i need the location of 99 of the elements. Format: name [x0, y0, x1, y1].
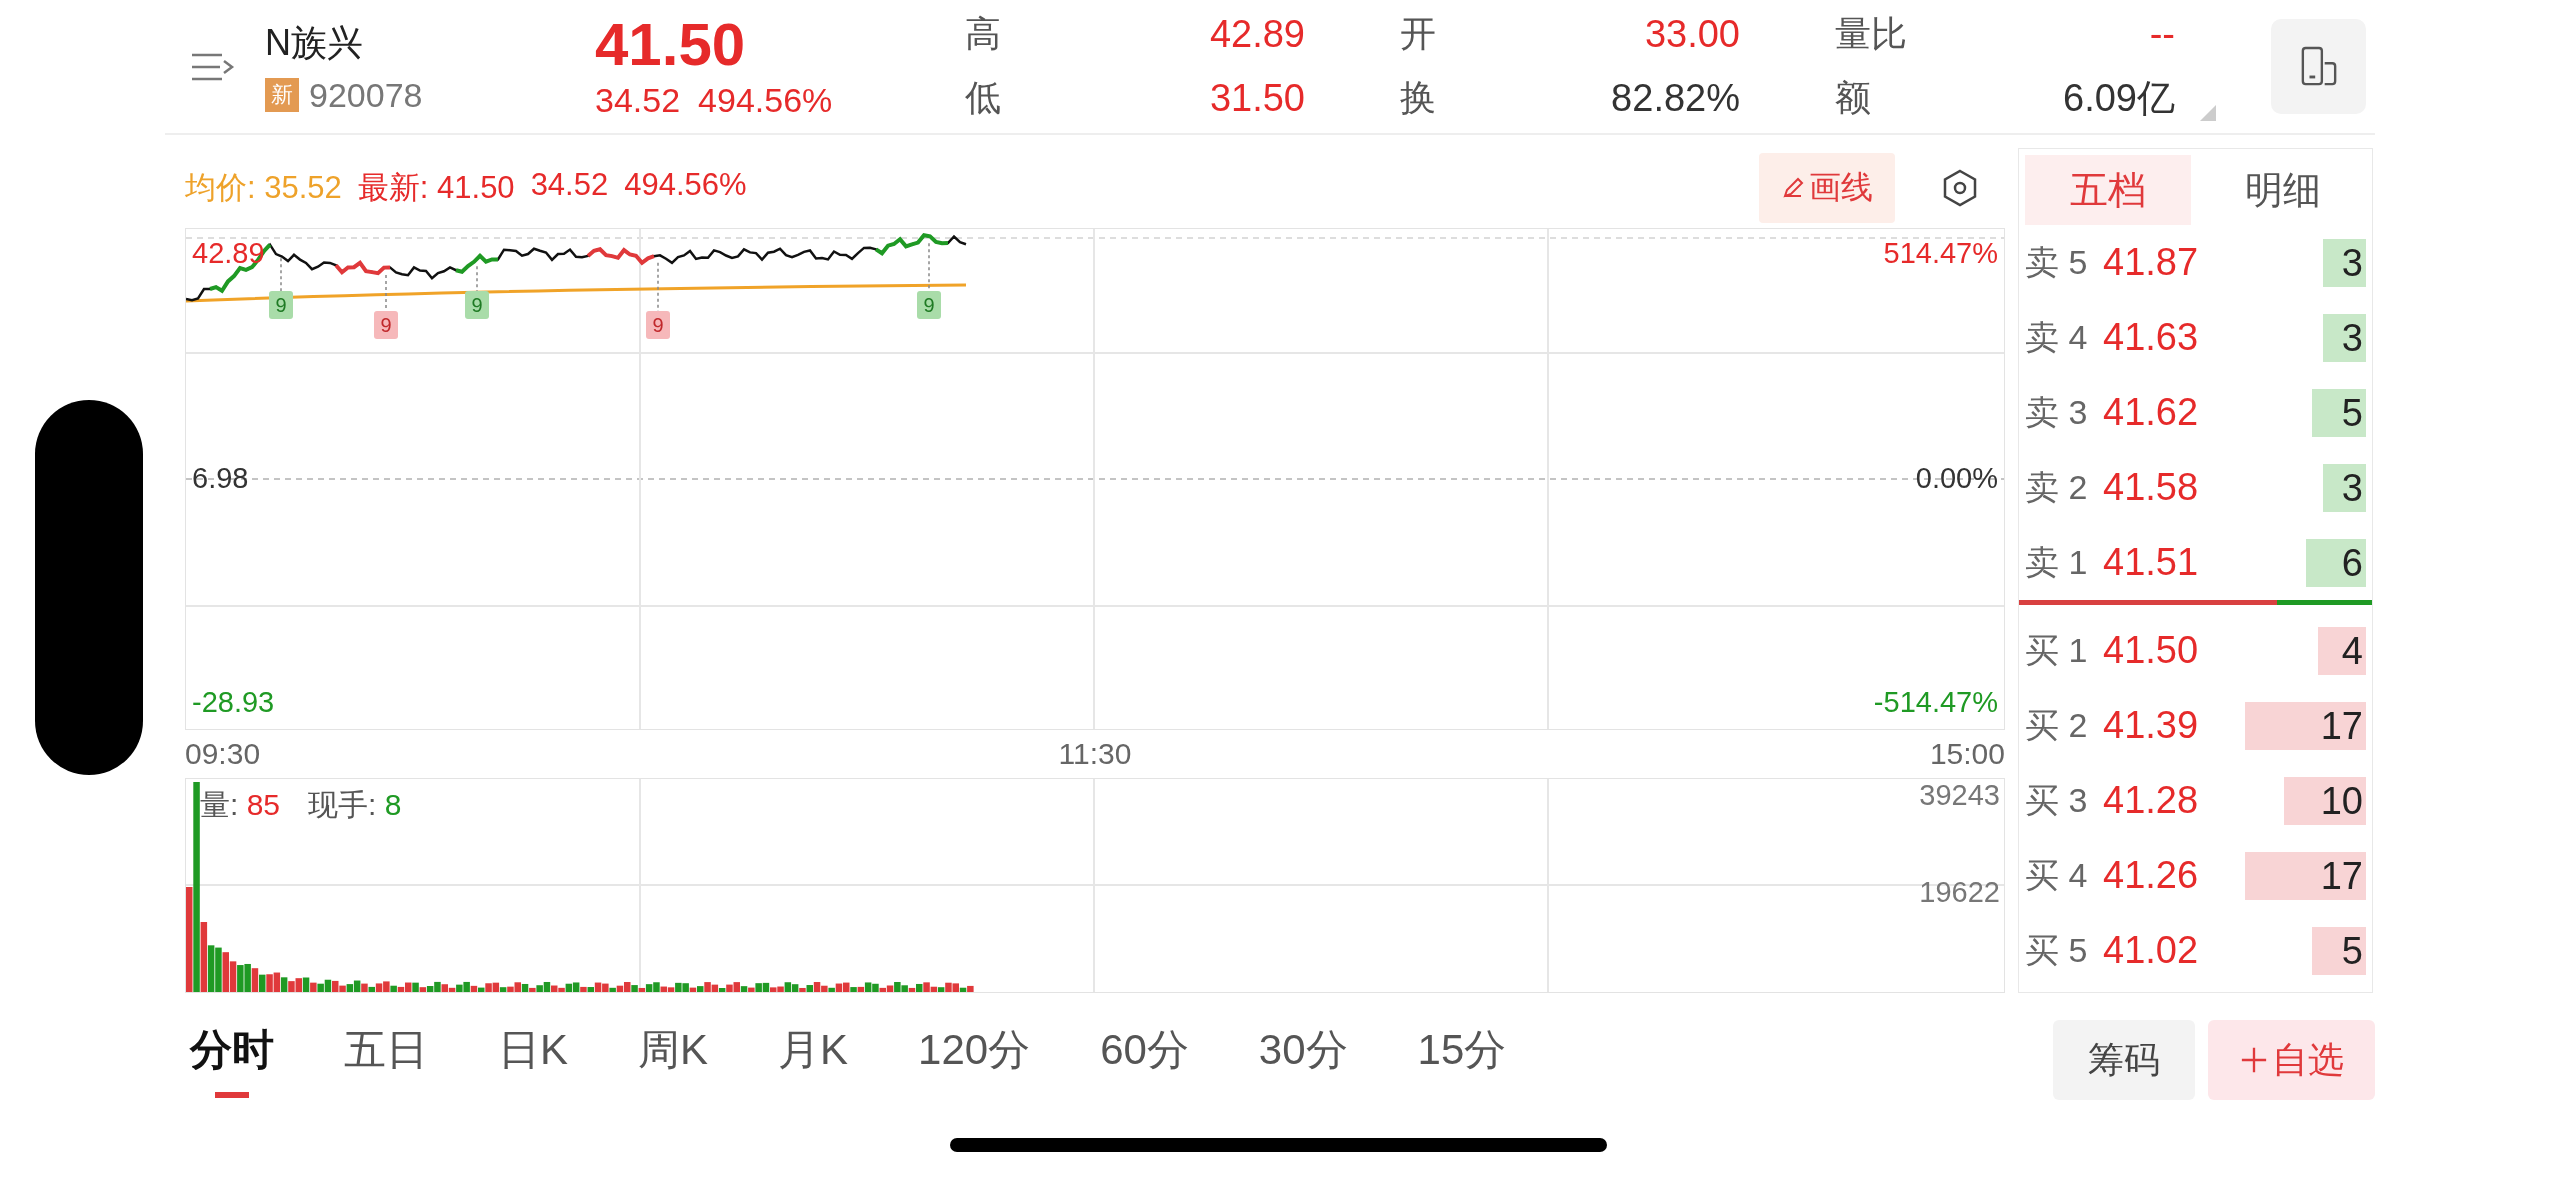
quote-value: -- — [2149, 12, 2175, 56]
ask-volume: 5 — [2341, 392, 2363, 433]
bid-volume: 5 — [2341, 930, 2363, 971]
bid-level-label: 买 2 — [2025, 704, 2089, 746]
chart-legend-text: 34.52 — [530, 167, 609, 204]
chart-legend-text: 均价: 35.52 — [185, 169, 342, 207]
percent-axis-label: 0.00% — [1915, 461, 1998, 495]
signal-marker: 9 — [374, 311, 398, 339]
time-axis-label: 15:00 — [1929, 737, 2005, 771]
order-book-tab[interactable]: 明细 — [2200, 155, 2366, 225]
ask-volume: 6 — [2341, 542, 2363, 583]
bid-level-label: 买 4 — [2025, 854, 2089, 896]
volume-legend-text: 量: 85 — [200, 787, 281, 823]
bid-price: 41.50 — [2103, 629, 2200, 672]
quote-label: 额 — [1835, 75, 1871, 120]
ask-price: 41.62 — [2103, 391, 2200, 434]
menu-icon[interactable] — [190, 51, 236, 82]
bid-price: 41.39 — [2103, 704, 2200, 747]
chart-legend-text: 494.56% — [624, 167, 747, 204]
bid-level-label: 买 5 — [2025, 929, 2089, 971]
price-axis-label: 6.98 — [192, 461, 249, 495]
volume-axis-label: 19622 — [1919, 876, 2000, 909]
bid-volume-bar — [2312, 926, 2366, 975]
quote-label: 开 — [1400, 11, 1436, 56]
time-axis-label: 09:30 — [185, 737, 261, 771]
quote-label: 量比 — [1835, 11, 1907, 56]
percent-axis-label: 514.47% — [1883, 237, 1998, 270]
signal-marker: 9 — [269, 291, 293, 319]
stock-code: 920078 — [309, 75, 423, 115]
ask-level-label: 卖 2 — [2025, 466, 2089, 508]
signal-marker: 9 — [917, 291, 941, 319]
volume-legend-text: 现手: 8 — [308, 787, 402, 823]
quote-label: 换 — [1400, 75, 1436, 120]
period-tab[interactable]: 周K — [638, 1022, 709, 1098]
period-tab[interactable]: 15分 — [1417, 1022, 1507, 1098]
quote-value: 31.50 — [1209, 76, 1305, 120]
ask-price: 41.58 — [2103, 466, 2200, 509]
quote-label: 高 — [965, 11, 1001, 56]
stock-name: N族兴 — [265, 20, 364, 65]
bid-price: 41.28 — [2103, 779, 2200, 822]
quote-value: 33.00 — [1644, 12, 1740, 56]
ask-level-label: 卖 4 — [2025, 316, 2089, 358]
price-change: 34.52 — [595, 81, 681, 120]
ask-level-label: 卖 3 — [2025, 391, 2089, 433]
rotate-screen-button[interactable] — [2271, 19, 2366, 114]
quote-value: 82.82% — [1611, 76, 1740, 120]
price-axis-label: 42.89 — [192, 237, 265, 270]
quote-label: 低 — [965, 75, 1001, 120]
chart-legend-text: 最新: 41.50 — [357, 169, 515, 207]
period-tab[interactable]: 日K — [498, 1022, 568, 1098]
bid-level-label: 买 1 — [2025, 629, 2089, 671]
bid-volume: 10 — [2320, 780, 2363, 821]
ask-volume-bar — [2323, 463, 2366, 512]
ask-level-label: 卖 1 — [2025, 541, 2089, 583]
period-tab[interactable]: 五日 — [344, 1022, 428, 1098]
chips-button[interactable]: 筹码 — [2053, 1020, 2195, 1100]
bid-volume: 4 — [2341, 630, 2363, 671]
percent-axis-label: -514.47% — [1873, 686, 1998, 719]
corner-triangle-icon — [2200, 105, 2216, 121]
period-tab[interactable]: 120分 — [918, 1022, 1031, 1098]
bid-volume: 17 — [2320, 855, 2363, 896]
leader-line — [476, 265, 478, 292]
ask-volume-bar — [2306, 538, 2366, 587]
time-axis-label: 11:30 — [1058, 737, 1132, 771]
ask-volume-bar — [2323, 238, 2366, 287]
leader-line — [280, 257, 282, 292]
period-tab[interactable]: 60分 — [1100, 1022, 1189, 1098]
ask-volume: 3 — [2341, 242, 2363, 283]
signal-marker: 9 — [646, 311, 670, 339]
ask-level-label: 卖 5 — [2025, 241, 2089, 283]
ask-volume-bar — [2323, 313, 2366, 362]
ask-volume: 3 — [2341, 317, 2363, 358]
volume-axis-label: 39243 — [1919, 779, 2000, 812]
signal-marker: 9 — [465, 291, 489, 319]
plus-icon — [2239, 1046, 2268, 1074]
price-axis-label: -28.93 — [192, 686, 275, 719]
quote-value: 6.09亿 — [2063, 75, 2175, 121]
price-change-percent: 494.56% — [698, 81, 833, 120]
bid-price: 41.26 — [2103, 854, 2200, 897]
draw-line-button[interactable]: 画线 — [1759, 153, 1895, 223]
period-tab[interactable]: 30分 — [1258, 1022, 1348, 1098]
period-tab[interactable]: 月K — [778, 1022, 849, 1098]
last-price: 41.50 — [595, 13, 747, 77]
phone-icon — [2299, 45, 2338, 88]
ask-price: 41.51 — [2103, 541, 2200, 584]
bid-level-label: 买 3 — [2025, 779, 2089, 821]
bid-volume: 17 — [2320, 705, 2363, 746]
new-listing-badge: 新 — [265, 78, 299, 112]
ask-volume-bar — [2312, 388, 2366, 437]
pencil-icon — [1781, 176, 1805, 200]
period-tab[interactable]: 分时 — [190, 1022, 274, 1098]
ask-volume: 3 — [2341, 467, 2363, 508]
ask-price: 41.87 — [2103, 241, 2200, 284]
ask-price: 41.63 — [2103, 316, 2200, 359]
order-book-tab[interactable]: 五档 — [2025, 155, 2191, 225]
add-watchlist-button[interactable]: 自选 — [2208, 1020, 2375, 1100]
bid-price: 41.02 — [2103, 929, 2200, 972]
bid-volume-bar — [2317, 626, 2366, 675]
quote-value: 42.89 — [1209, 12, 1305, 56]
